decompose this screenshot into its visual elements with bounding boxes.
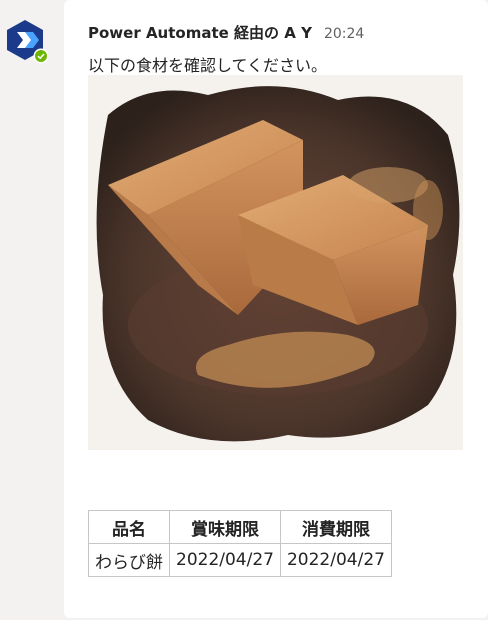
message-text: 以下の食材を確認してください。 [88, 56, 328, 75]
column-header-item-name: 品名 [88, 510, 170, 544]
table-row: わらび餅 2022/04/27 2022/04/27 [88, 543, 392, 577]
cell-use-by: 2022/04/27 [279, 543, 392, 577]
cell-best-before: 2022/04/27 [169, 543, 281, 577]
food-photo[interactable] [88, 75, 463, 450]
message-header: Power Automate 経由の A Y 20:24 [88, 22, 364, 42]
column-header-best-before: 賞味期限 [169, 510, 281, 544]
cell-item-name: わらび餅 [88, 543, 170, 577]
food-info-table: 品名 賞味期限 消費期限 わらび餅 2022/04/27 2022/04/27 [88, 510, 392, 577]
column-header-use-by: 消費期限 [279, 510, 392, 544]
message-timestamp: 20:24 [323, 26, 365, 42]
table-header-row: 品名 賞味期限 消費期限 [88, 510, 392, 544]
available-check-icon [33, 48, 49, 64]
message-card: Power Automate 経由の A Y 20:24 以下の食材を確認してく… [64, 0, 488, 618]
bot-avatar[interactable] [3, 18, 49, 64]
sender-name[interactable]: Power Automate 経由の A Y [88, 22, 312, 43]
